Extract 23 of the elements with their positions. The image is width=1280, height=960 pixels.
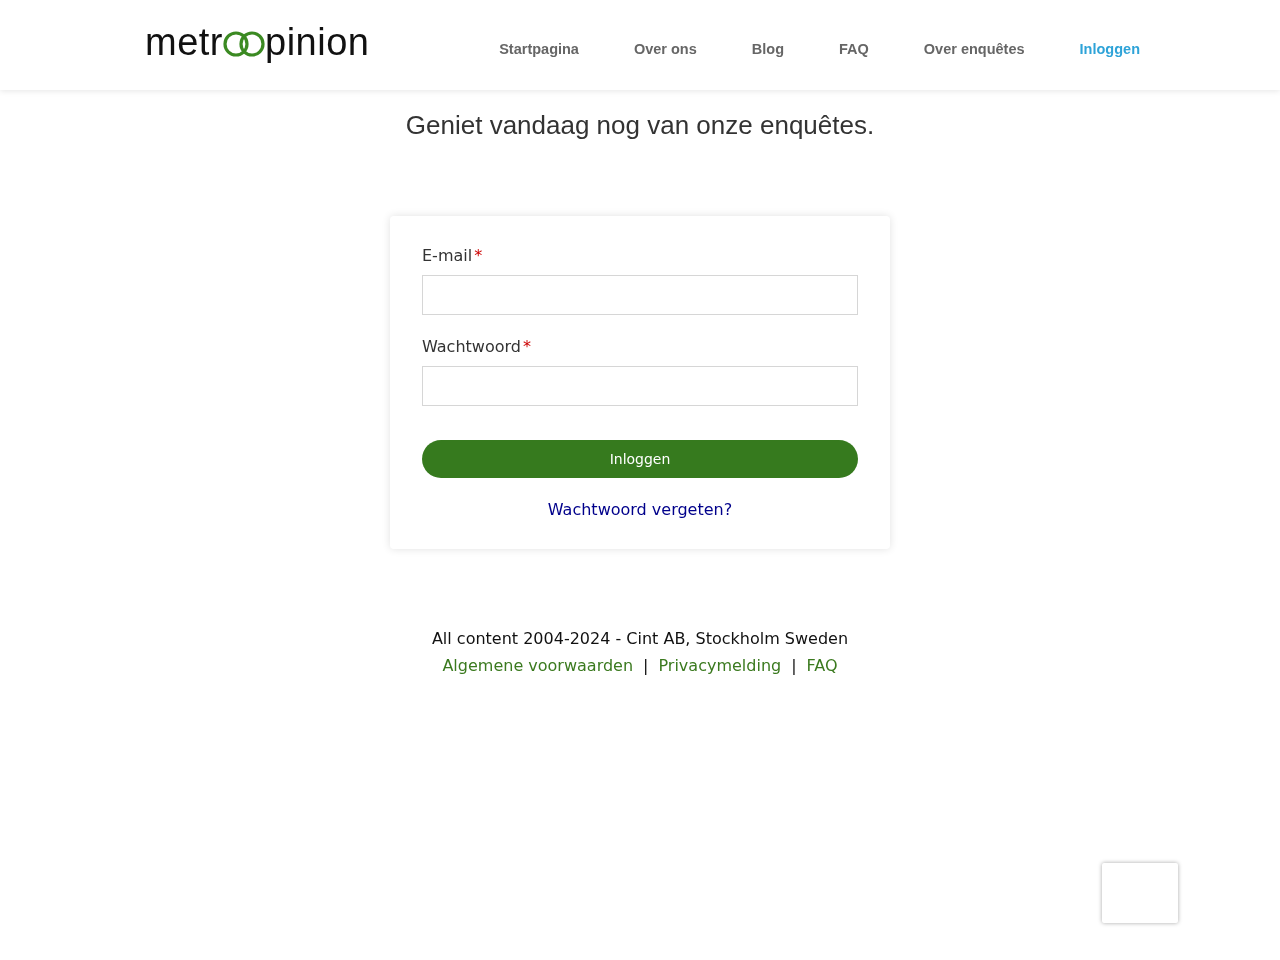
field-label: E-mail xyxy=(422,246,473,265)
footer-link[interactable]: FAQ xyxy=(806,656,838,675)
nav-link[interactable]: Over enquêtes xyxy=(923,41,1025,57)
logo-text: metr xyxy=(145,23,223,61)
nav-link[interactable]: FAQ xyxy=(839,41,869,57)
login-button[interactable]: Inloggen xyxy=(422,440,858,478)
rings-icon xyxy=(222,29,266,59)
nav-link[interactable]: Startpagina xyxy=(499,41,579,57)
input-field[interactable] xyxy=(422,366,858,406)
required-mark: * xyxy=(474,246,483,265)
nav-link[interactable]: Over ons xyxy=(633,41,697,57)
separator: | xyxy=(643,656,649,675)
field-label: Wachtwoord xyxy=(422,337,521,356)
required-mark: * xyxy=(522,337,531,356)
copyright-text: All content 2004-2024 - Cint AB, Stockholm Sweden xyxy=(430,629,850,648)
logo-text: pinion xyxy=(265,23,370,61)
forgot-password-link[interactable]: Wachtwoord vergeten? xyxy=(547,500,733,519)
footer-link[interactable]: Privacymelding xyxy=(658,656,782,675)
input-field[interactable] xyxy=(422,275,858,315)
separator: | xyxy=(791,656,797,675)
page-heading: Geniet vandaag nog van onze enquêtes. xyxy=(404,110,876,141)
nav-link[interactable]: Blog xyxy=(751,41,784,57)
footer-link[interactable]: Algemene voorwaarden xyxy=(442,656,634,675)
